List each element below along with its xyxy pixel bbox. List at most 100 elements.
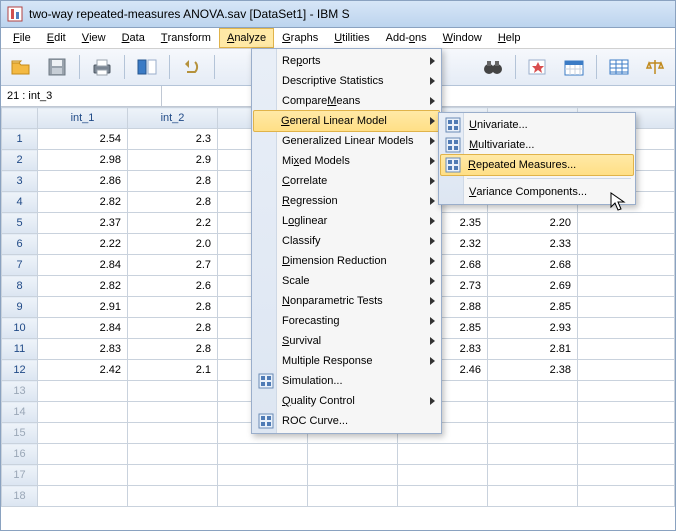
cell[interactable] [578, 465, 675, 486]
cell[interactable] [128, 486, 218, 507]
cell[interactable] [488, 402, 578, 423]
row-header[interactable]: 5 [2, 213, 38, 234]
grid-icon[interactable] [603, 52, 635, 82]
menu-add-ons[interactable]: Add-ons [378, 28, 435, 48]
cell[interactable] [308, 465, 398, 486]
column-header[interactable]: int_2 [128, 108, 218, 129]
menu-item-univariate[interactable]: Univariate... [441, 115, 633, 135]
cell[interactable] [38, 402, 128, 423]
menu-item-scale[interactable]: Scale [254, 271, 439, 291]
cell[interactable] [578, 486, 675, 507]
menu-help[interactable]: Help [490, 28, 529, 48]
cell[interactable] [578, 213, 675, 234]
cell[interactable]: 2.3 [128, 129, 218, 150]
cell[interactable]: 2.8 [128, 171, 218, 192]
menu-data[interactable]: Data [114, 28, 153, 48]
menu-item-dimension-reduction[interactable]: Dimension Reduction [254, 251, 439, 271]
menu-transform[interactable]: Transform [153, 28, 219, 48]
menu-item-roc-curve[interactable]: ROC Curve... [254, 411, 439, 431]
menu-item-mixed-models[interactable]: Mixed Models [254, 151, 439, 171]
cell[interactable]: 2.8 [128, 297, 218, 318]
scale-icon[interactable] [639, 52, 671, 82]
row-header[interactable]: 10 [2, 318, 38, 339]
cell[interactable]: 2.22 [38, 234, 128, 255]
cell[interactable]: 2.9 [128, 150, 218, 171]
menu-item-survival[interactable]: Survival [254, 331, 439, 351]
cell[interactable] [128, 402, 218, 423]
cell[interactable] [128, 444, 218, 465]
cell[interactable]: 2.20 [488, 213, 578, 234]
cell[interactable]: 2.8 [128, 339, 218, 360]
row-header[interactable]: 12 [2, 360, 38, 381]
menu-item-generalized-linear-models[interactable]: Generalized Linear Models [254, 131, 439, 151]
cell[interactable]: 2.84 [38, 255, 128, 276]
open-button[interactable] [5, 52, 37, 82]
cell[interactable] [128, 423, 218, 444]
cell[interactable] [308, 444, 398, 465]
cell[interactable]: 2.0 [128, 234, 218, 255]
menu-item-quality-control[interactable]: Quality Control [254, 391, 439, 411]
cell[interactable] [38, 486, 128, 507]
menu-item-reports[interactable]: Reports [254, 51, 439, 71]
row-header[interactable]: 2 [2, 150, 38, 171]
cell[interactable] [128, 381, 218, 402]
cell[interactable] [578, 234, 675, 255]
cell[interactable]: 2.7 [128, 255, 218, 276]
row-header[interactable]: 7 [2, 255, 38, 276]
recall-dialog-button[interactable] [131, 52, 163, 82]
save-button[interactable] [41, 52, 73, 82]
cell[interactable] [578, 360, 675, 381]
cell[interactable]: 2.42 [38, 360, 128, 381]
cell[interactable]: 2.82 [38, 192, 128, 213]
cell[interactable]: 2.54 [38, 129, 128, 150]
menu-item-correlate[interactable]: Correlate [254, 171, 439, 191]
row-header[interactable]: 9 [2, 297, 38, 318]
menu-item-multivariate[interactable]: Multivariate... [441, 135, 633, 155]
row-header[interactable]: 8 [2, 276, 38, 297]
cell[interactable]: 2.86 [38, 171, 128, 192]
cell[interactable] [488, 444, 578, 465]
cell[interactable] [578, 276, 675, 297]
cell[interactable] [488, 423, 578, 444]
menu-graphs[interactable]: Graphs [274, 28, 326, 48]
menu-item-simulation[interactable]: Simulation... [254, 371, 439, 391]
menu-file[interactable]: File [5, 28, 39, 48]
cell[interactable]: 2.85 [488, 297, 578, 318]
menu-item-classify[interactable]: Classify [254, 231, 439, 251]
cell[interactable]: 2.68 [488, 255, 578, 276]
cell[interactable]: 2.6 [128, 276, 218, 297]
calendar-icon[interactable] [558, 52, 590, 82]
cell[interactable] [578, 423, 675, 444]
print-button[interactable] [86, 52, 118, 82]
menu-item-variance-components[interactable]: Variance Components... [441, 182, 633, 202]
cell[interactable] [578, 339, 675, 360]
menu-item-loglinear[interactable]: Loglinear [254, 211, 439, 231]
menu-item-regression[interactable]: Regression [254, 191, 439, 211]
cell[interactable]: 2.2 [128, 213, 218, 234]
menu-item-compare-means[interactable]: Compare Means [254, 91, 439, 111]
cell[interactable]: 2.82 [38, 276, 128, 297]
cell[interactable] [578, 255, 675, 276]
cell[interactable] [38, 381, 128, 402]
menu-item-repeated-measures[interactable]: Repeated Measures... [440, 154, 634, 176]
cell[interactable]: 2.8 [128, 192, 218, 213]
cell-reference-field[interactable]: 21 : int_3 [1, 86, 162, 106]
row-header[interactable]: 3 [2, 171, 38, 192]
cell[interactable] [218, 486, 308, 507]
row-header[interactable]: 15 [2, 423, 38, 444]
cell[interactable] [308, 486, 398, 507]
menu-item-nonparametric-tests[interactable]: Nonparametric Tests [254, 291, 439, 311]
menu-window[interactable]: Window [435, 28, 490, 48]
cell[interactable]: 2.69 [488, 276, 578, 297]
cell[interactable] [488, 486, 578, 507]
cell[interactable] [398, 486, 488, 507]
menu-view[interactable]: View [74, 28, 114, 48]
row-header[interactable]: 4 [2, 192, 38, 213]
cell[interactable] [578, 444, 675, 465]
cell[interactable] [578, 381, 675, 402]
cell[interactable]: 2.83 [38, 339, 128, 360]
cell[interactable]: 2.33 [488, 234, 578, 255]
cell[interactable] [38, 444, 128, 465]
cell[interactable] [488, 465, 578, 486]
cell[interactable] [218, 465, 308, 486]
